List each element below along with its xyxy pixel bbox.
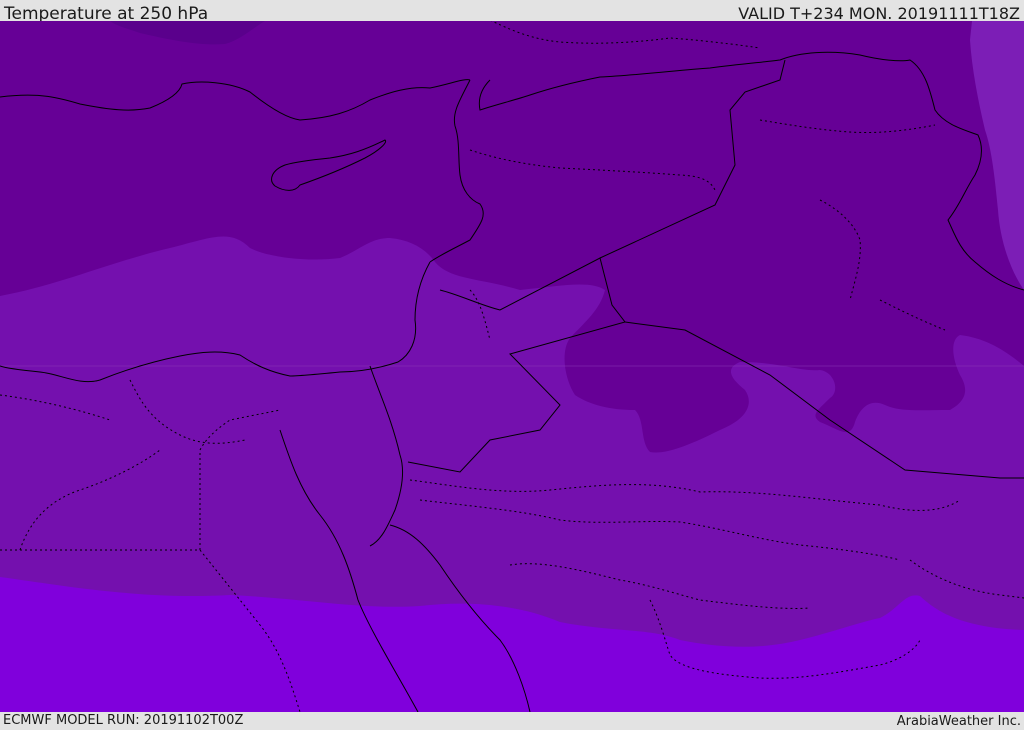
footer-bar: ECMWF MODEL RUN: 20191102T00Z ArabiaWeat… [0,712,1024,729]
map-canvas [0,21,1024,712]
temperature-map[interactable] [0,21,1024,712]
model-run-label: ECMWF MODEL RUN: 20191102T00Z [3,713,244,728]
header-bar: Temperature at 250 hPa VALID T+234 MON. … [0,0,1024,24]
credit-label: ArabiaWeather Inc. [896,714,1021,729]
